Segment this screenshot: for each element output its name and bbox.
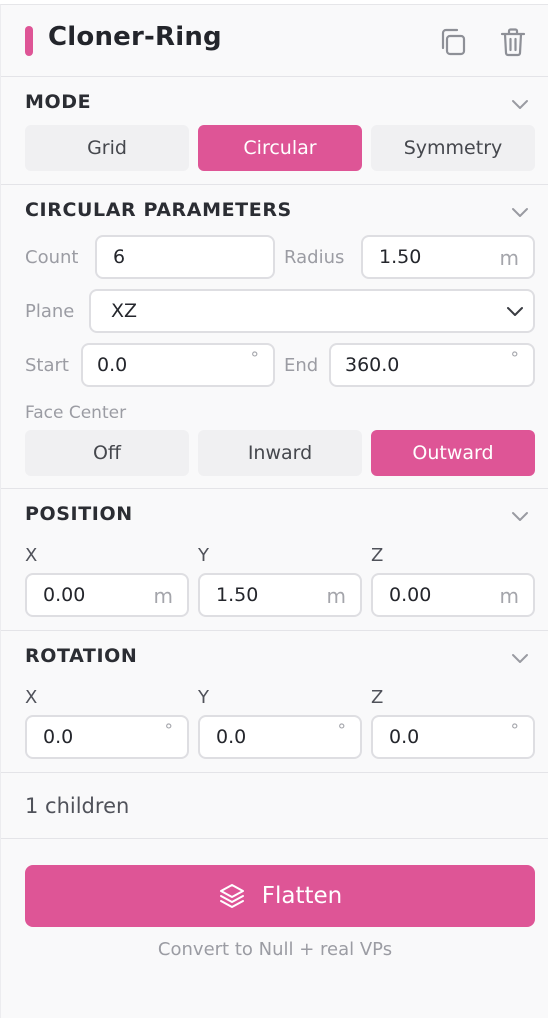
rotation-y-input[interactable]: 0.0 ° [198, 715, 362, 759]
mode-section-title: MODE [25, 91, 92, 113]
position-y-label: Y [198, 545, 209, 566]
rotation-z-value: 0.0 [389, 726, 420, 748]
position-x-label: X [25, 545, 38, 566]
flatten-label: Flatten [261, 883, 343, 909]
position-z-input[interactable]: 0.00 m [371, 573, 535, 617]
rotation-x-input[interactable]: 0.0 ° [25, 715, 189, 759]
face-center-option-outward[interactable]: Outward [371, 430, 535, 476]
plane-label: Plane [25, 301, 75, 322]
end-angle-input[interactable]: 360.0 ° [329, 343, 535, 387]
rotation-y-label: Y [198, 687, 209, 708]
panel-header: Cloner-Ring [1, 5, 548, 77]
rotation-z-label: Z [371, 687, 384, 708]
position-x-input[interactable]: 0.00 m [25, 573, 189, 617]
position-y-unit: m [326, 584, 346, 608]
rotation-y-value: 0.0 [216, 726, 247, 748]
children-count: 1 children [25, 794, 130, 818]
rotation-x-unit: ° [164, 721, 174, 741]
circular-parameters-section: CIRCULAR PARAMETERS Count 6 Radius 1.50 … [1, 185, 548, 489]
end-value: 360.0 [345, 354, 400, 376]
flatten-hint: Convert to Null + real VPs [157, 939, 393, 960]
rotation-x-value: 0.0 [43, 726, 74, 748]
rotation-x-label: X [25, 687, 38, 708]
mode-option-symmetry[interactable]: Symmetry [371, 125, 535, 171]
start-value: 0.0 [97, 354, 128, 376]
mode-section: MODE Grid Circular Symmetry [1, 77, 548, 185]
face-center-option-inward[interactable]: Inward [198, 430, 362, 476]
copy-icon[interactable] [439, 27, 467, 57]
face-center-selector: Off Inward Outward [25, 430, 535, 476]
start-unit: ° [250, 349, 260, 369]
face-center-label: Face Center [25, 403, 127, 423]
chevron-down-icon[interactable] [510, 205, 530, 219]
radius-value: 1.50 [379, 246, 422, 268]
object-title: Cloner-Ring [48, 22, 222, 52]
count-input[interactable]: 6 [95, 235, 275, 279]
mode-option-grid[interactable]: Grid [25, 125, 189, 171]
plane-select[interactable]: XZ [89, 289, 535, 333]
position-z-value: 0.00 [389, 584, 432, 606]
position-section: POSITION X Y Z 0.00 m 1.50 m 0.00 m [1, 489, 548, 631]
circular-section-title: CIRCULAR PARAMETERS [25, 199, 292, 221]
position-y-value: 1.50 [216, 584, 259, 606]
chevron-down-icon[interactable] [510, 651, 530, 665]
position-y-input[interactable]: 1.50 m [198, 573, 362, 617]
rotation-section-title: ROTATION [25, 645, 138, 667]
radius-unit: m [499, 246, 519, 270]
flatten-button[interactable]: Flatten [25, 865, 535, 927]
count-label: Count [25, 247, 79, 268]
radius-input[interactable]: 1.50 m [361, 235, 535, 279]
chevron-down-icon [507, 307, 523, 316]
position-z-label: Z [371, 545, 384, 566]
position-x-value: 0.00 [43, 584, 86, 606]
layers-icon [219, 884, 244, 908]
rotation-z-unit: ° [510, 721, 520, 741]
trash-icon[interactable] [499, 27, 527, 57]
chevron-down-icon[interactable] [510, 509, 530, 523]
rotation-section: ROTATION X Y Z 0.0 ° 0.0 ° 0.0 ° [1, 631, 548, 773]
mode-selector: Grid Circular Symmetry [25, 125, 535, 171]
position-z-unit: m [499, 584, 519, 608]
chevron-down-icon[interactable] [510, 97, 530, 111]
start-angle-input[interactable]: 0.0 ° [81, 343, 275, 387]
face-center-option-off[interactable]: Off [25, 430, 189, 476]
object-color-indicator [25, 26, 33, 56]
end-label: End [284, 355, 319, 376]
rotation-z-input[interactable]: 0.0 ° [371, 715, 535, 759]
rotation-y-unit: ° [337, 721, 347, 741]
end-unit: ° [510, 349, 520, 369]
start-label: Start [25, 355, 69, 376]
cloner-inspector-panel: Cloner-Ring MODE Grid Circular Symmetry … [0, 4, 548, 1018]
count-value: 6 [113, 246, 126, 268]
radius-label: Radius [284, 247, 345, 268]
position-section-title: POSITION [25, 503, 133, 525]
mode-option-circular[interactable]: Circular [198, 125, 362, 171]
plane-value: XZ [111, 300, 138, 322]
position-x-unit: m [153, 584, 173, 608]
